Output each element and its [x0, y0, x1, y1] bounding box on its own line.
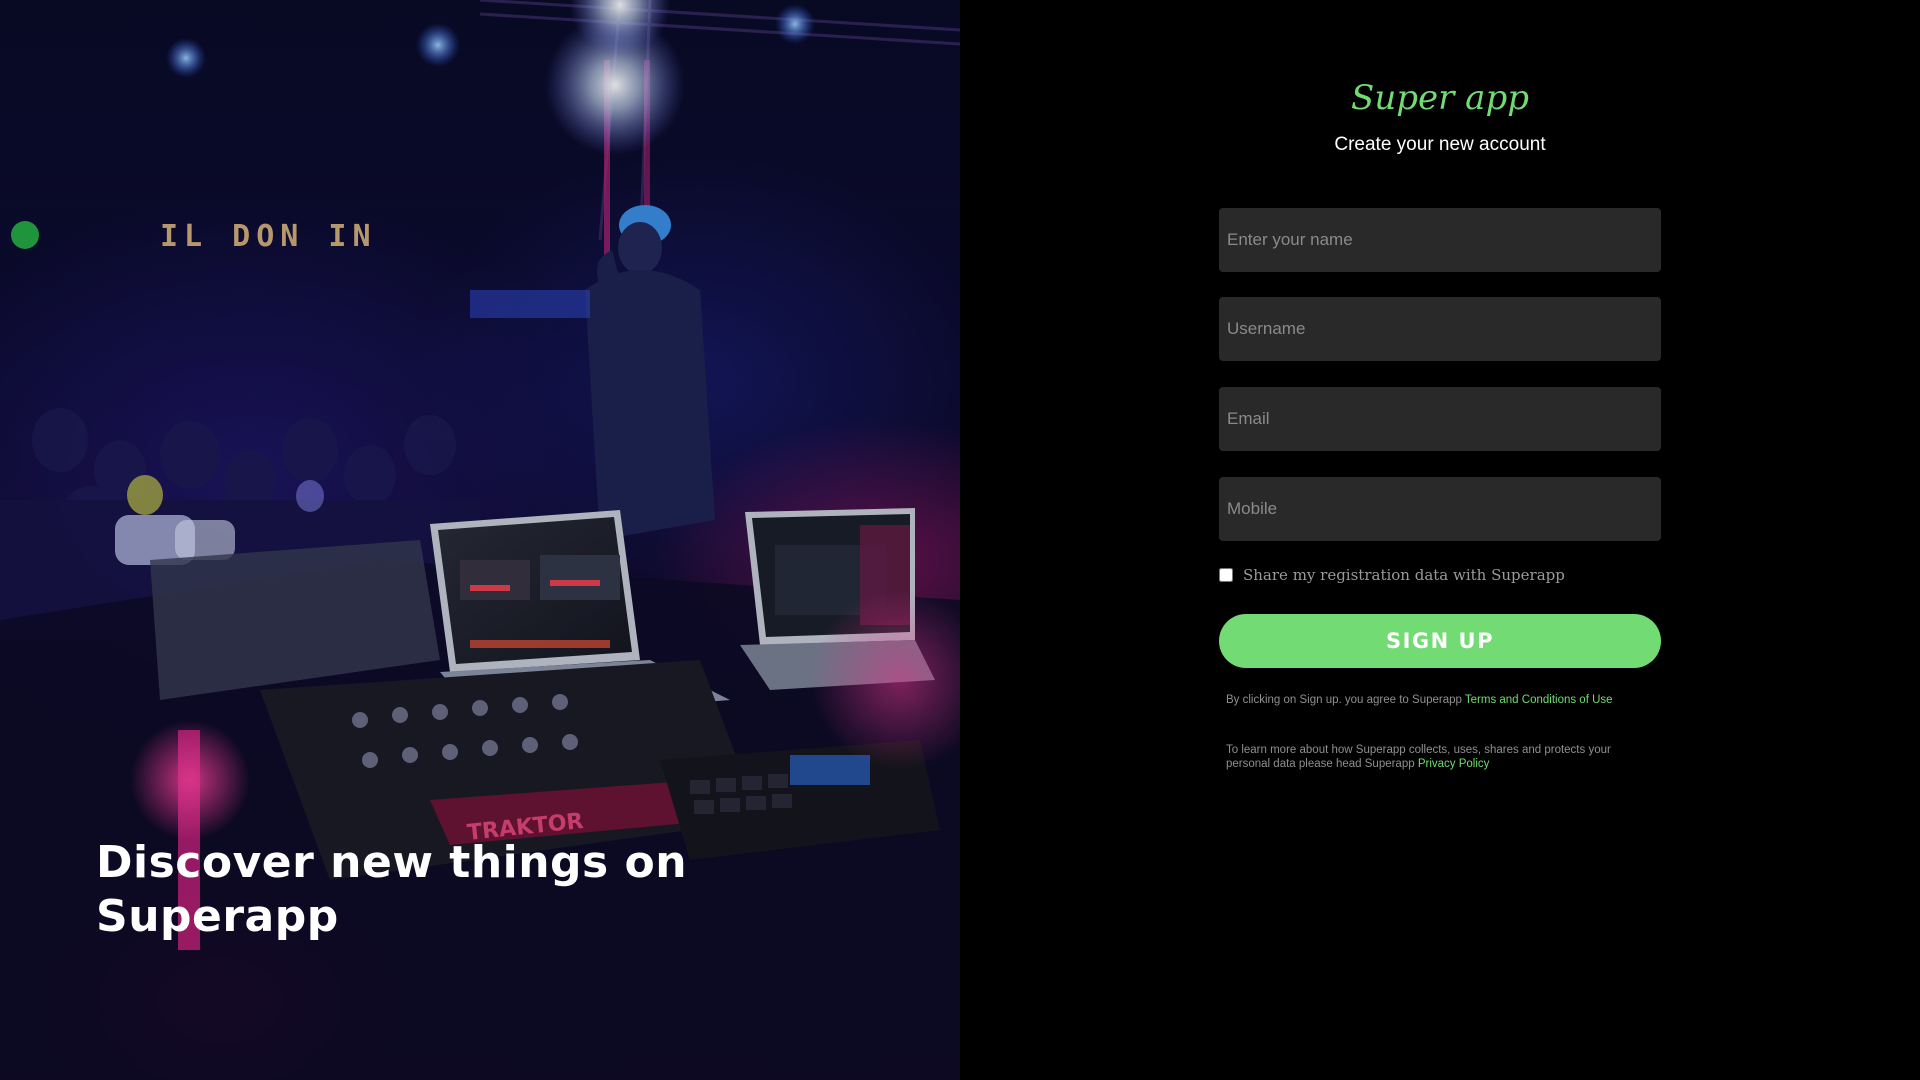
share-data-label: Share my registration data with Superapp	[1243, 566, 1565, 584]
terms-notice: By clicking on Sign up. you agree to Sup…	[1226, 693, 1626, 707]
hero-panel: IL DON IN TRAKTOR Discover new things on…	[0, 0, 960, 1080]
privacy-notice: To learn more about how Superapp collect…	[1226, 743, 1626, 771]
mobile-input[interactable]	[1219, 477, 1661, 541]
signup-panel: Super app Create your new account Share …	[960, 0, 1920, 1080]
privacy-policy-link[interactable]: Privacy Policy	[1418, 758, 1490, 770]
terms-link[interactable]: Terms and Conditions of Use	[1465, 694, 1613, 706]
username-input[interactable]	[1219, 297, 1661, 361]
page-subtitle: Create your new account	[1334, 134, 1546, 155]
signup-button[interactable]: SIGN UP	[1219, 614, 1661, 668]
name-input[interactable]	[1219, 208, 1661, 272]
share-data-checkbox[interactable]	[1219, 568, 1233, 582]
hero-heading: Discover new things on Superapp	[96, 837, 688, 942]
email-input[interactable]	[1219, 387, 1661, 451]
share-data-row: Share my registration data with Superapp	[1219, 566, 1565, 584]
brand-logo: Super app	[1351, 78, 1529, 118]
terms-text: By clicking on Sign up. you agree to Sup…	[1226, 694, 1465, 706]
